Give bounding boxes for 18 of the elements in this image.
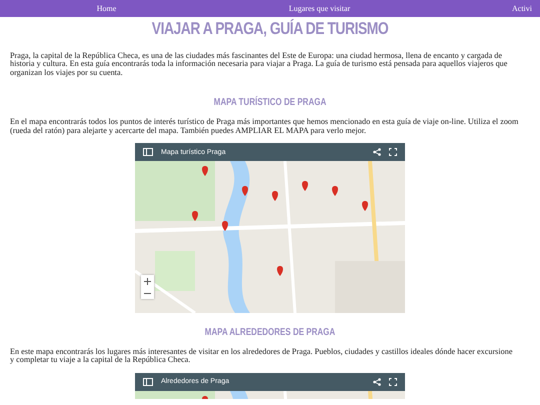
- zoom-out-button[interactable]: [141, 287, 154, 300]
- zoom-in-button[interactable]: [141, 275, 154, 288]
- sidebar-icon[interactable]: [143, 148, 153, 156]
- share-icon[interactable]: [373, 378, 381, 386]
- nav-link[interactable]: Activi: [426, 4, 540, 13]
- page-title: VIAJAR A PRAGA, GUÍA DE TURISMO: [150, 19, 390, 39]
- fullscreen-icon[interactable]: [389, 378, 397, 386]
- section-paragraph: En el mapa encontrarás todos los puntos de interés turístico de Praga más importantes que hemos mencionado en esta guía de viaje on-line. Utiliza el zoom (rueda del ratón) para alejarte y acercarte del mapa. También puedes AMPLIAR EL MAPA para verlo mejor.: [9, 118, 520, 136]
- intro-paragraph: Praga, la capital de la República Checa, es una de las ciudades más fascinantes del Este de Europa: una ciudad hermosa, llena de encanto y cargada de historia y cultura. En esta guía encontrarás toda la información necesaria para viajar a Praga. La guía de turismo está pensada para aquellos viajeros que organizan los viajes por su cuenta.: [9, 52, 508, 78]
- sidebar-icon[interactable]: [143, 378, 153, 386]
- nav-link[interactable]: Lugares que visitar: [213, 4, 426, 13]
- share-icon[interactable]: [373, 148, 381, 156]
- nav-link[interactable]: Home: [0, 4, 213, 13]
- section-heading: MAPA TURÍSTICO DE PRAGA: [212, 97, 328, 108]
- plus-icon: [144, 278, 151, 285]
- section-paragraph: En este mapa encontrarás los lugares más interesantes de visitar en los alrededores de Praga. Pueblos, ciudades y castillos ideales dónde hacer excursione y completar tu viaje a la capital de la República Checa.: [9, 348, 514, 365]
- section-heading: MAPA ALREDEDORES DE PRAGA: [204, 327, 336, 338]
- fullscreen-icon[interactable]: [389, 148, 397, 156]
